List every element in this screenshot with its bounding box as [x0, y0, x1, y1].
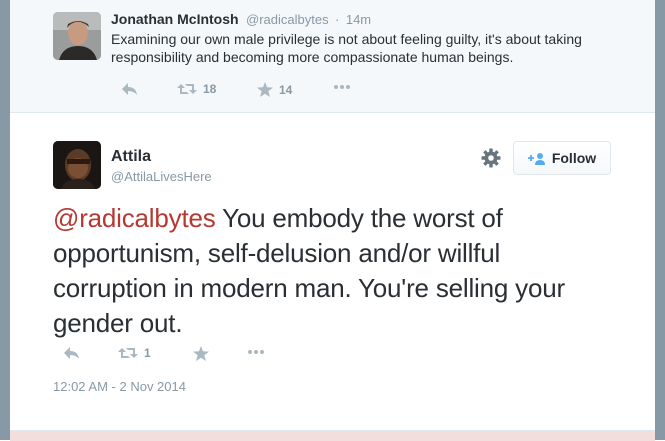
reply-button[interactable]: [63, 346, 80, 360]
follow-button[interactable]: Follow: [513, 141, 611, 175]
author-name[interactable]: Attila: [111, 148, 151, 166]
tweet-time[interactable]: 14m: [346, 12, 371, 27]
author-name[interactable]: Jonathan McIntosh: [111, 11, 239, 27]
page-edge-left: [0, 0, 10, 440]
avatar-image: [53, 12, 101, 60]
reply-button[interactable]: [121, 82, 138, 96]
reply-box-edge: [10, 430, 655, 441]
star-icon: [193, 346, 209, 361]
retweet-icon: [177, 84, 197, 94]
tweet-text: @radicalbytes You embody the worst of op…: [53, 201, 613, 341]
mention-link[interactable]: @radicalbytes: [53, 203, 216, 233]
main-tweet: Attila @AttilaLivesHere Follow @radicalb…: [10, 113, 655, 430]
avatar-image: [53, 141, 101, 189]
retweet-icon: [118, 348, 138, 358]
tweet-timestamp[interactable]: 12:02 AM - 2 Nov 2014: [53, 379, 186, 394]
retweet-count: 1: [144, 346, 151, 360]
add-user-icon: [527, 152, 545, 165]
separator: ·: [335, 12, 340, 27]
author-handle[interactable]: @AttilaLivesHere: [111, 169, 212, 184]
reply-icon: [64, 347, 79, 359]
favorite-count: 14: [279, 82, 293, 97]
author-handle[interactable]: @radicalbytes: [246, 12, 329, 27]
star-icon: [257, 82, 273, 97]
parent-tweet[interactable]: Jonathan McIntosh @radicalbytes · 14m Ex…: [10, 0, 655, 113]
retweet-button[interactable]: 1: [118, 346, 151, 360]
avatar[interactable]: [53, 12, 101, 60]
more-button[interactable]: [333, 84, 351, 90]
retweet-button[interactable]: 18: [177, 82, 216, 96]
retweet-count: 18: [203, 82, 217, 96]
more-icon: [334, 85, 350, 89]
tweet-text: Examining our own male privilege is not …: [111, 31, 582, 65]
avatar[interactable]: [53, 141, 101, 189]
favorite-button[interactable]: 14: [257, 82, 292, 97]
parent-header: Jonathan McIntosh @radicalbytes · 14m: [111, 11, 371, 29]
page-edge-right: [655, 0, 665, 440]
more-button[interactable]: [247, 349, 265, 355]
more-icon: [248, 350, 264, 354]
settings-button[interactable]: [480, 147, 502, 169]
reply-icon: [122, 83, 137, 95]
gear-icon: [481, 148, 501, 168]
follow-label: Follow: [551, 150, 597, 166]
favorite-button[interactable]: [193, 346, 209, 361]
